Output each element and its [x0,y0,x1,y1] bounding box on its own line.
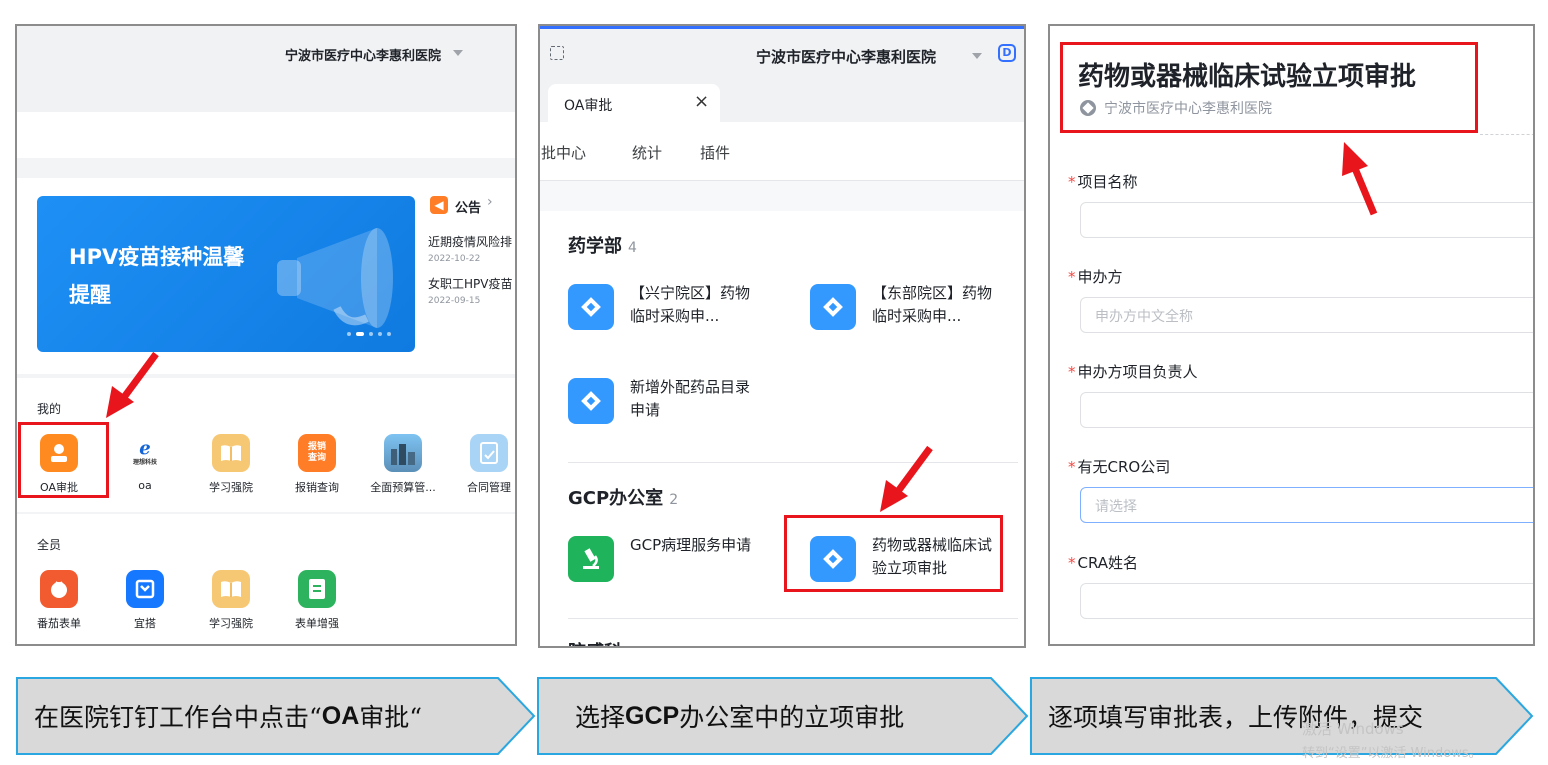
red-arrow-icon [880,445,933,512]
cro-select[interactable]: 请选择 [1080,487,1533,523]
nav-approval-center[interactable]: 审批中心 [540,142,586,163]
chevron-down-icon[interactable] [453,50,463,56]
section-divider [17,158,515,178]
nav-statistics[interactable]: 统计 [632,142,662,163]
red-arrow-icon [1342,142,1378,216]
tab-oa-approval[interactable]: OA审批 × [548,84,720,124]
project-name-input[interactable] [1080,202,1533,238]
building-icon [384,434,422,472]
notice-date: 2022-09-15 [428,296,481,306]
notice-date: 2022-10-22 [428,254,481,264]
windows-watermark-sub: 转到“设置”以激活 Windows。 [1302,746,1482,761]
form-icon [298,570,336,608]
field-label-cro: * 有无CRO公司 [1068,458,1171,476]
book-icon [212,570,250,608]
organization-name[interactable]: 宁波市医疗中心李惠利医院 [756,46,936,67]
all-section-label: 全员 [37,538,62,552]
group-pharmacy: 药学部 4 [568,236,637,257]
group-infection-control: 院感科 [568,638,622,646]
receipt-icon: 报销 查询 [298,434,336,472]
oa-logo-icon: ℯ 理想科技 [126,434,164,472]
carousel-dots[interactable] [347,332,391,336]
approval-item[interactable]: 新增外配药品目录申请 [568,372,788,432]
close-icon[interactable]: × [694,91,709,112]
divider [568,462,1018,463]
app-yida[interactable]: 宜搭 [107,570,183,631]
sponsor-lead-input[interactable] [1080,392,1533,428]
sponsor-input[interactable]: 申办方中文全称 [1080,297,1533,333]
book-icon [212,434,250,472]
approval-item[interactable]: 【兴宁院区】药物临时采购申... [568,278,788,338]
chevron-right-icon[interactable]: › [487,194,493,210]
cra-name-input[interactable] [1080,583,1533,619]
windows-watermark: 激活 Windows [1302,720,1404,738]
field-label-project-name: * 项目名称 [1068,173,1138,191]
nav-plugins[interactable]: 插件 [700,142,730,163]
section-divider [17,512,515,514]
announcement-icon: ◀ [430,196,448,214]
highlight-oa-approval [18,422,109,498]
organization-name[interactable]: 宁波市医疗中心李惠利医院 [285,45,441,64]
notice-title[interactable]: 公告 [455,197,481,216]
highlight-trial-project-approval [784,515,1003,592]
divider [1480,134,1533,135]
diamond-hand-icon [568,378,614,424]
app-reimbursement-query[interactable]: 报销 查询 报销查询 [279,434,355,495]
app-oa[interactable]: ℯ 理想科技 oa [107,434,183,492]
field-label-sponsor-lead: * 申办方项目负责人 [1068,363,1198,381]
app-study[interactable]: 学习强院 [193,434,269,495]
section-gap [540,181,1024,211]
megaphone-icon [277,228,393,328]
dingtalk-icon[interactable]: D [998,44,1016,62]
section-divider [17,374,515,378]
highlight-form-title [1060,42,1478,133]
yida-icon [126,570,164,608]
diamond-hand-icon [810,284,856,330]
chevron-down-icon[interactable] [972,53,982,59]
diamond-hand-icon [568,284,614,330]
notice-item[interactable]: 近期疫情风险排 [428,233,512,250]
step-2: 选择 GCP 办公室中的立项审批 [537,677,1029,755]
app-study[interactable]: 学习强院 [193,570,269,631]
announcement-banner[interactable]: HPV疫苗接种温馨 提醒 [37,196,415,352]
fullscreen-icon[interactable] [550,46,564,60]
red-arrow-icon [106,351,159,418]
app-form-enhance[interactable]: 表单增强 [279,570,355,631]
field-label-cra-name: * CRA姓名 [1068,554,1139,572]
app-tomato-form[interactable]: 番茄表单 [21,570,97,631]
step-1: 在医院钉钉工作台中点击“ OA 审批“ [16,677,536,755]
dingtalk-workbench-panel: 宁波市医疗中心李惠利医院 HPV疫苗接种温馨 提醒 ◀ 公告 › 近期疫情风险排… [15,24,517,646]
approval-item[interactable]: 【东部院区】药物临时采购申... [810,278,1024,338]
group-gcp-office: GCP办公室 2 [568,488,679,509]
tomato-icon [40,570,78,608]
banner-title: HPV疫苗接种温馨 提醒 [69,245,245,307]
notice-item[interactable]: 女职工HPV疫苗 [428,275,512,292]
mine-section-label: 我的 [37,402,62,416]
workbench-header [17,26,515,112]
contract-icon [470,434,508,472]
app-contract[interactable]: 合同管理 [451,434,515,495]
field-label-sponsor: * 申办方 [1068,268,1123,286]
approval-item-gcp-pathology[interactable]: GCP病理服务申请 [568,530,788,590]
divider [568,618,1018,619]
microscope-icon [568,536,614,582]
app-budget[interactable]: 全面预算管... [365,434,441,495]
